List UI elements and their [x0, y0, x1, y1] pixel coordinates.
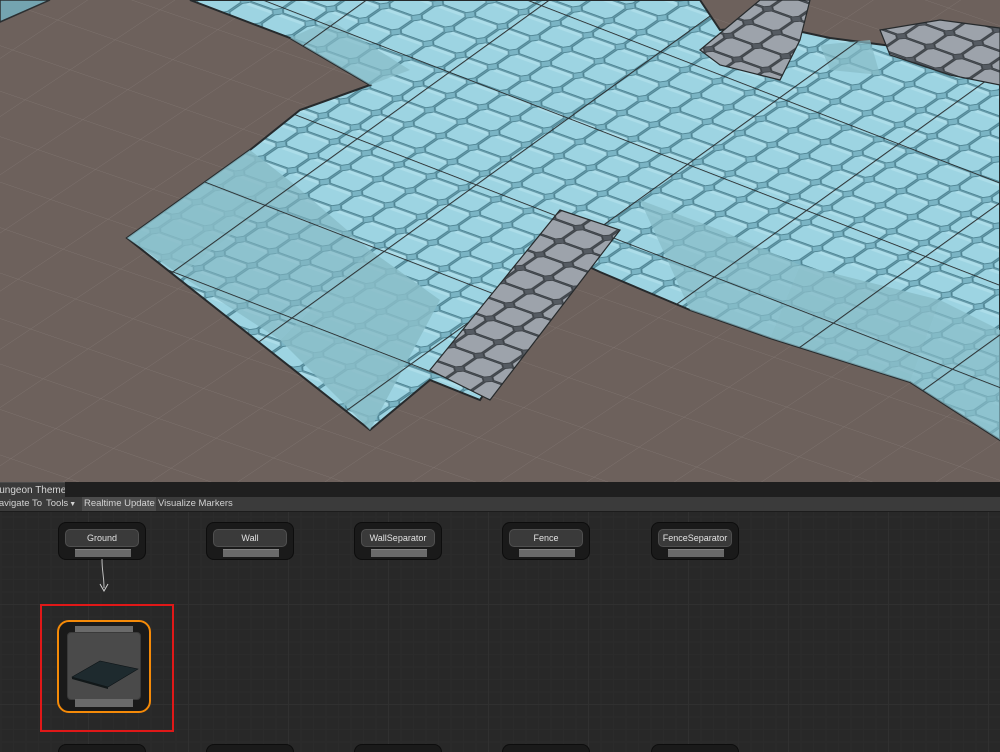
- realtime-update-toggle[interactable]: Realtime Update: [82, 497, 156, 511]
- tools-label: Tools: [46, 498, 69, 509]
- marker-node-fenceseparator[interactable]: FenceSeparator: [651, 522, 739, 560]
- dungeon-theme-editor: Dungeon Theme Navigate To▼ Tools▼ Realti…: [0, 482, 1000, 752]
- marker-node-fence[interactable]: Fence: [502, 522, 590, 560]
- editor-toolbar: Navigate To▼ Tools▼ Realtime Update Visu…: [0, 497, 1000, 512]
- node-header: Fence: [509, 529, 583, 547]
- visual-node-ground-mesh[interactable]: [57, 620, 151, 713]
- theme-graph-canvas[interactable]: Ground Wall WallSeparator Fence FenceSep…: [0, 512, 1000, 752]
- marker-node-ground[interactable]: Ground: [58, 522, 146, 560]
- tab-dungeon-theme[interactable]: Dungeon Theme: [0, 482, 65, 497]
- node-label: WallSeparator: [369, 533, 427, 543]
- navigate-to-dropdown[interactable]: Navigate To▼: [0, 497, 44, 511]
- navigate-to-label: Navigate To: [0, 498, 42, 509]
- marker-node-wallseparator[interactable]: WallSeparator: [354, 522, 442, 560]
- tools-dropdown[interactable]: Tools▼: [46, 497, 80, 511]
- visualize-markers-toggle[interactable]: Visualize Markers: [158, 497, 238, 511]
- output-pin[interactable]: [371, 549, 427, 557]
- arrow-down-icon: [99, 583, 109, 593]
- plane-mesh-icon: [71, 660, 139, 689]
- output-pin[interactable]: [75, 699, 133, 707]
- output-pin[interactable]: [75, 549, 131, 557]
- chevron-down-icon: ▼: [69, 501, 77, 508]
- output-pin[interactable]: [519, 549, 575, 557]
- node-label: Fence: [533, 533, 559, 543]
- output-pin[interactable]: [223, 549, 279, 557]
- scene-viewport[interactable]: [0, 0, 1000, 482]
- mesh-preview-thumbnail: [67, 632, 141, 700]
- node-header: WallSeparator: [361, 529, 435, 547]
- marker-node-wall[interactable]: Wall: [206, 522, 294, 560]
- node-header: Wall: [213, 529, 287, 547]
- node-label: FenceSeparator: [662, 533, 728, 543]
- node-label: Wall: [241, 533, 259, 543]
- marker-node-partial[interactable]: [354, 744, 442, 752]
- node-label: Ground: [86, 533, 118, 543]
- marker-node-partial[interactable]: [58, 744, 146, 752]
- node-header: FenceSeparator: [658, 529, 732, 547]
- marker-node-partial[interactable]: [651, 744, 739, 752]
- chevron-down-icon: ▼: [43, 501, 44, 508]
- marker-node-partial[interactable]: [206, 744, 294, 752]
- output-pin[interactable]: [668, 549, 724, 557]
- node-header: Ground: [65, 529, 139, 547]
- tab-bar: Dungeon Theme: [0, 482, 1000, 497]
- marker-node-partial[interactable]: [502, 744, 590, 752]
